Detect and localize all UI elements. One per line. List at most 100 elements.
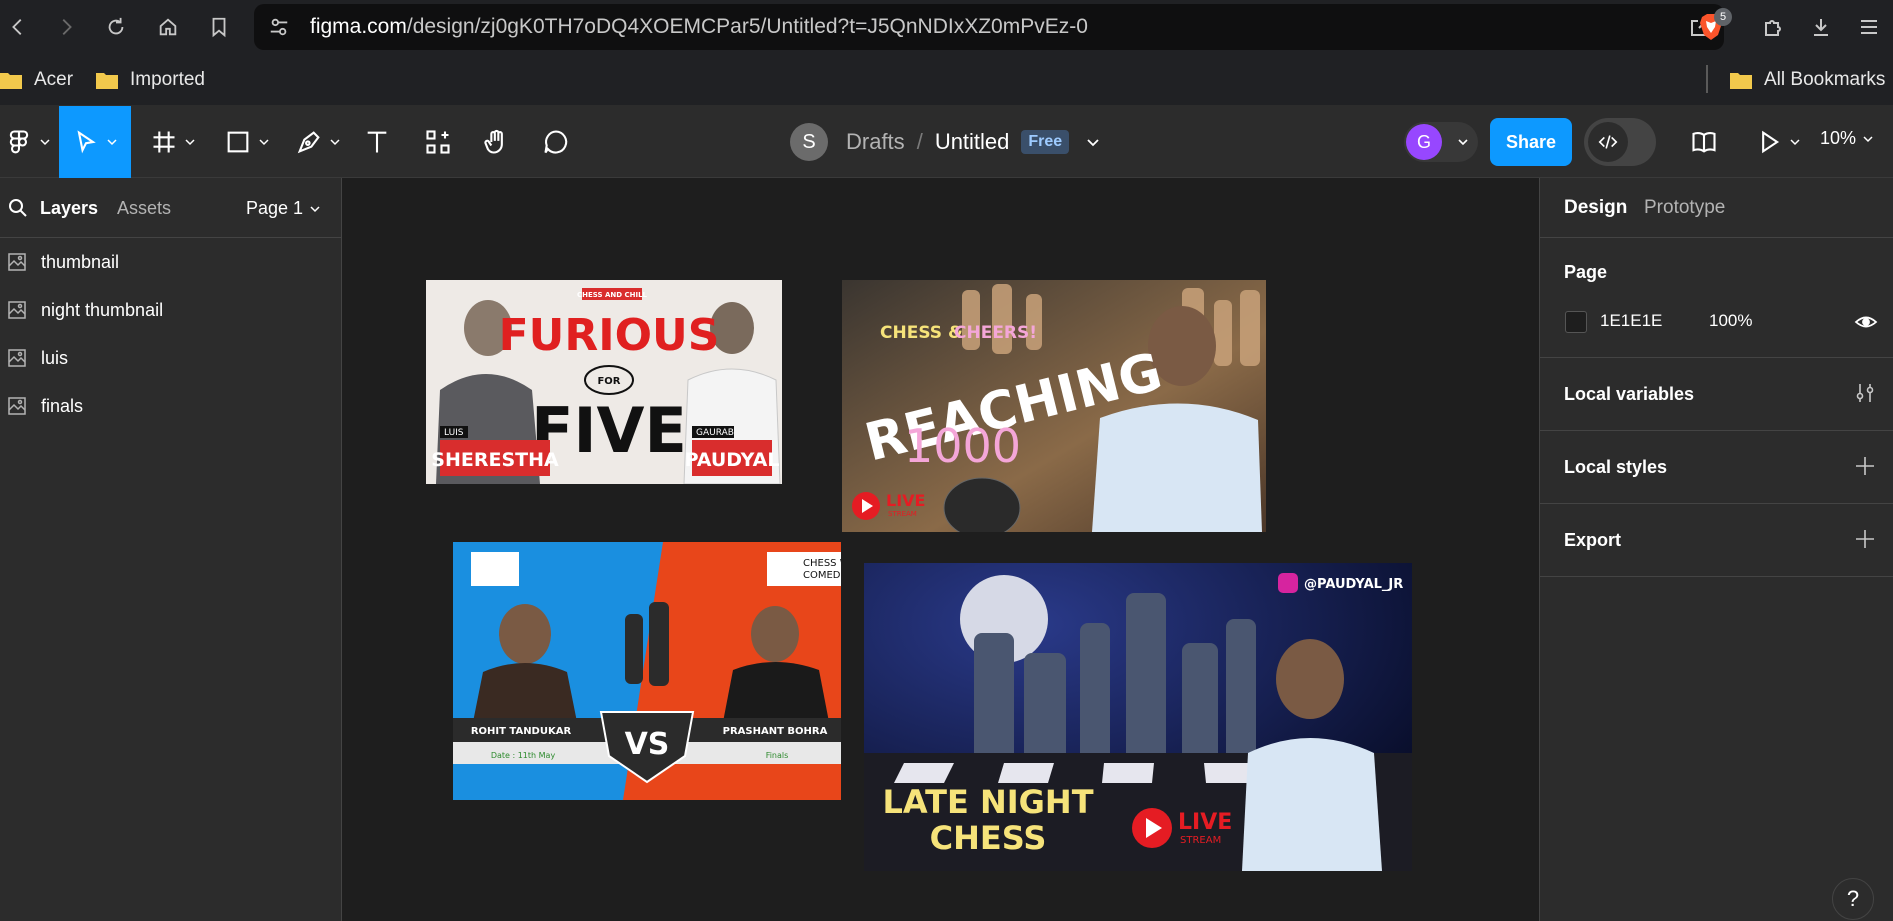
- shape-tool-button[interactable]: [220, 106, 274, 178]
- file-breadcrumb: S Drafts / Untitled Free: [790, 122, 1101, 162]
- tab-assets[interactable]: Assets: [117, 198, 171, 219]
- file-name[interactable]: Untitled: [935, 129, 1010, 155]
- page-color-swatch[interactable]: [1565, 311, 1587, 333]
- layer-item[interactable]: night thumbnail: [0, 286, 342, 334]
- page-opacity-value[interactable]: 100%: [1709, 311, 1752, 331]
- local-variables-section[interactable]: Local variables: [1540, 358, 1893, 431]
- tab-design[interactable]: Design: [1564, 197, 1627, 219]
- frame-tool-button[interactable]: [146, 106, 200, 178]
- local-styles-title: Local styles: [1564, 457, 1668, 477]
- all-bookmarks[interactable]: All Bookmarks: [1730, 64, 1885, 96]
- folder-icon: [96, 73, 118, 89]
- drafts-link[interactable]: Drafts: [846, 129, 905, 155]
- reaching-thumbnail[interactable]: CHESS & CHEERS! REACHING 1000 LIVE STREA…: [842, 280, 1266, 532]
- plan-badge[interactable]: Free: [1021, 130, 1070, 154]
- dev-mode-toggle[interactable]: [1584, 118, 1656, 166]
- page-selector[interactable]: Page 1: [246, 198, 321, 219]
- all-bookmarks-label: All Bookmarks: [1764, 69, 1886, 90]
- properties-panel: Design Prototype Page 1E1E1E 100% Local …: [1539, 178, 1893, 921]
- rectangle-icon: [227, 131, 249, 153]
- move-tool-button[interactable]: [59, 106, 131, 178]
- live-text: LIVE: [886, 491, 925, 510]
- chevron-down-icon: [1863, 135, 1873, 142]
- bookmark-icon[interactable]: [201, 9, 237, 45]
- help-button[interactable]: ?: [1832, 878, 1874, 920]
- variables-icon[interactable]: [1854, 382, 1876, 404]
- search-icon[interactable]: [8, 198, 28, 218]
- tagline-b: CHEERS!: [954, 323, 1037, 343]
- instagram-handle: @PAUDYAL_JR: [1304, 577, 1403, 592]
- forward-icon[interactable]: [48, 9, 84, 45]
- hand-tool-button[interactable]: [476, 106, 516, 178]
- site-settings-icon[interactable]: [268, 16, 290, 38]
- eye-icon[interactable]: [1854, 310, 1878, 334]
- team-avatar[interactable]: S: [790, 123, 828, 161]
- play-icon: [1762, 130, 1780, 154]
- multiplayer-users[interactable]: G: [1404, 122, 1478, 162]
- text-icon: [367, 131, 387, 153]
- layer-item[interactable]: finals: [0, 382, 342, 430]
- menu-icon[interactable]: [1845, 9, 1893, 45]
- layer-item[interactable]: thumbnail: [0, 238, 342, 286]
- text-tool-button[interactable]: [358, 106, 396, 178]
- chevron-down-icon: [107, 139, 117, 146]
- tagline-a: CHESS &: [880, 323, 963, 343]
- resources-button[interactable]: [418, 106, 458, 178]
- left-panel-tabs: Layers Assets Page 1: [0, 178, 341, 238]
- image-layer-icon: [8, 397, 26, 415]
- browser-actions: [1749, 0, 1893, 54]
- chevron-down-icon[interactable]: [1085, 134, 1101, 150]
- breadcrumb-separator: /: [916, 129, 923, 154]
- match-stage: Finals: [766, 751, 789, 760]
- for-text: FOR: [597, 376, 620, 387]
- right-player-name: PRASHANT BOHRA: [723, 726, 828, 737]
- back-icon[interactable]: [0, 9, 36, 45]
- home-icon[interactable]: [150, 9, 186, 45]
- design-canvas[interactable]: CHESS AND CHILL FURIOUS FOR FIVE LUIS SH…: [343, 178, 1539, 921]
- layer-name: thumbnail: [41, 251, 120, 272]
- code-icon: [1598, 135, 1618, 149]
- bookmark-acer[interactable]: Acer: [0, 64, 73, 96]
- layer-item[interactable]: luis: [0, 334, 342, 382]
- main-menu-button[interactable]: [0, 106, 56, 178]
- streamer-head: [1276, 639, 1344, 719]
- user-avatar: G: [1406, 124, 1442, 160]
- finals-thumbnail[interactable]: CHESS W COMEDI ROHIT TANDUKAR PRASHANT B…: [453, 542, 841, 800]
- share-button[interactable]: Share: [1490, 118, 1572, 166]
- plus-icon[interactable]: [1854, 455, 1876, 477]
- present-button[interactable]: [1752, 106, 1804, 178]
- pen-tool-button[interactable]: [290, 106, 346, 178]
- bookmarks-divider: [1706, 65, 1708, 93]
- url-text[interactable]: figma.com/design/zj0gK0TH7oDQ4XOEMCPar5/…: [310, 15, 1088, 39]
- tagline-text: CHESS AND CHILL: [577, 291, 648, 299]
- sponsor-text-2: COMEDI: [803, 570, 841, 581]
- plus-icon[interactable]: [1854, 528, 1876, 550]
- night-thumbnail[interactable]: @PAUDYAL_JR LATE NIGHT CHESS LIVE STREAM: [864, 563, 1412, 871]
- reload-icon[interactable]: [98, 9, 134, 45]
- furious-thumbnail[interactable]: CHESS AND CHILL FURIOUS FOR FIVE LUIS SH…: [426, 280, 782, 484]
- url-path: /design/zj0gK0TH7oDQ4XOEMCPar5/Untitled?…: [406, 15, 1088, 38]
- bookmark-imported[interactable]: Imported: [96, 64, 205, 96]
- library-button[interactable]: [1684, 106, 1724, 178]
- right-first-name: GAURAB: [696, 428, 734, 438]
- figma-logo-icon: [9, 130, 29, 154]
- page-selector-label: Page 1: [246, 198, 304, 218]
- tab-layers[interactable]: Layers: [40, 198, 98, 219]
- local-styles-section[interactable]: Local styles: [1540, 431, 1893, 504]
- zoom-control[interactable]: 10%: [1820, 128, 1874, 149]
- comment-icon: [544, 130, 568, 154]
- download-icon[interactable]: [1797, 9, 1845, 45]
- match-date: Date : 11th May: [491, 751, 556, 760]
- layer-name: finals: [41, 395, 84, 416]
- page-color-value[interactable]: 1E1E1E: [1600, 311, 1662, 331]
- image-layer-icon: [8, 253, 26, 271]
- layers-panel: Layers Assets Page 1 thumbnail night thu…: [0, 178, 342, 921]
- left-player-head: [499, 604, 551, 664]
- comment-tool-button[interactable]: [536, 106, 576, 178]
- address-bar[interactable]: figma.com/design/zj0gK0TH7oDQ4XOEMCPar5/…: [254, 4, 1724, 50]
- chevron-down-icon: [259, 139, 269, 146]
- extensions-icon[interactable]: [1749, 9, 1797, 45]
- export-section[interactable]: Export: [1540, 504, 1893, 577]
- right-player-body: [723, 662, 829, 722]
- tab-prototype[interactable]: Prototype: [1644, 197, 1725, 219]
